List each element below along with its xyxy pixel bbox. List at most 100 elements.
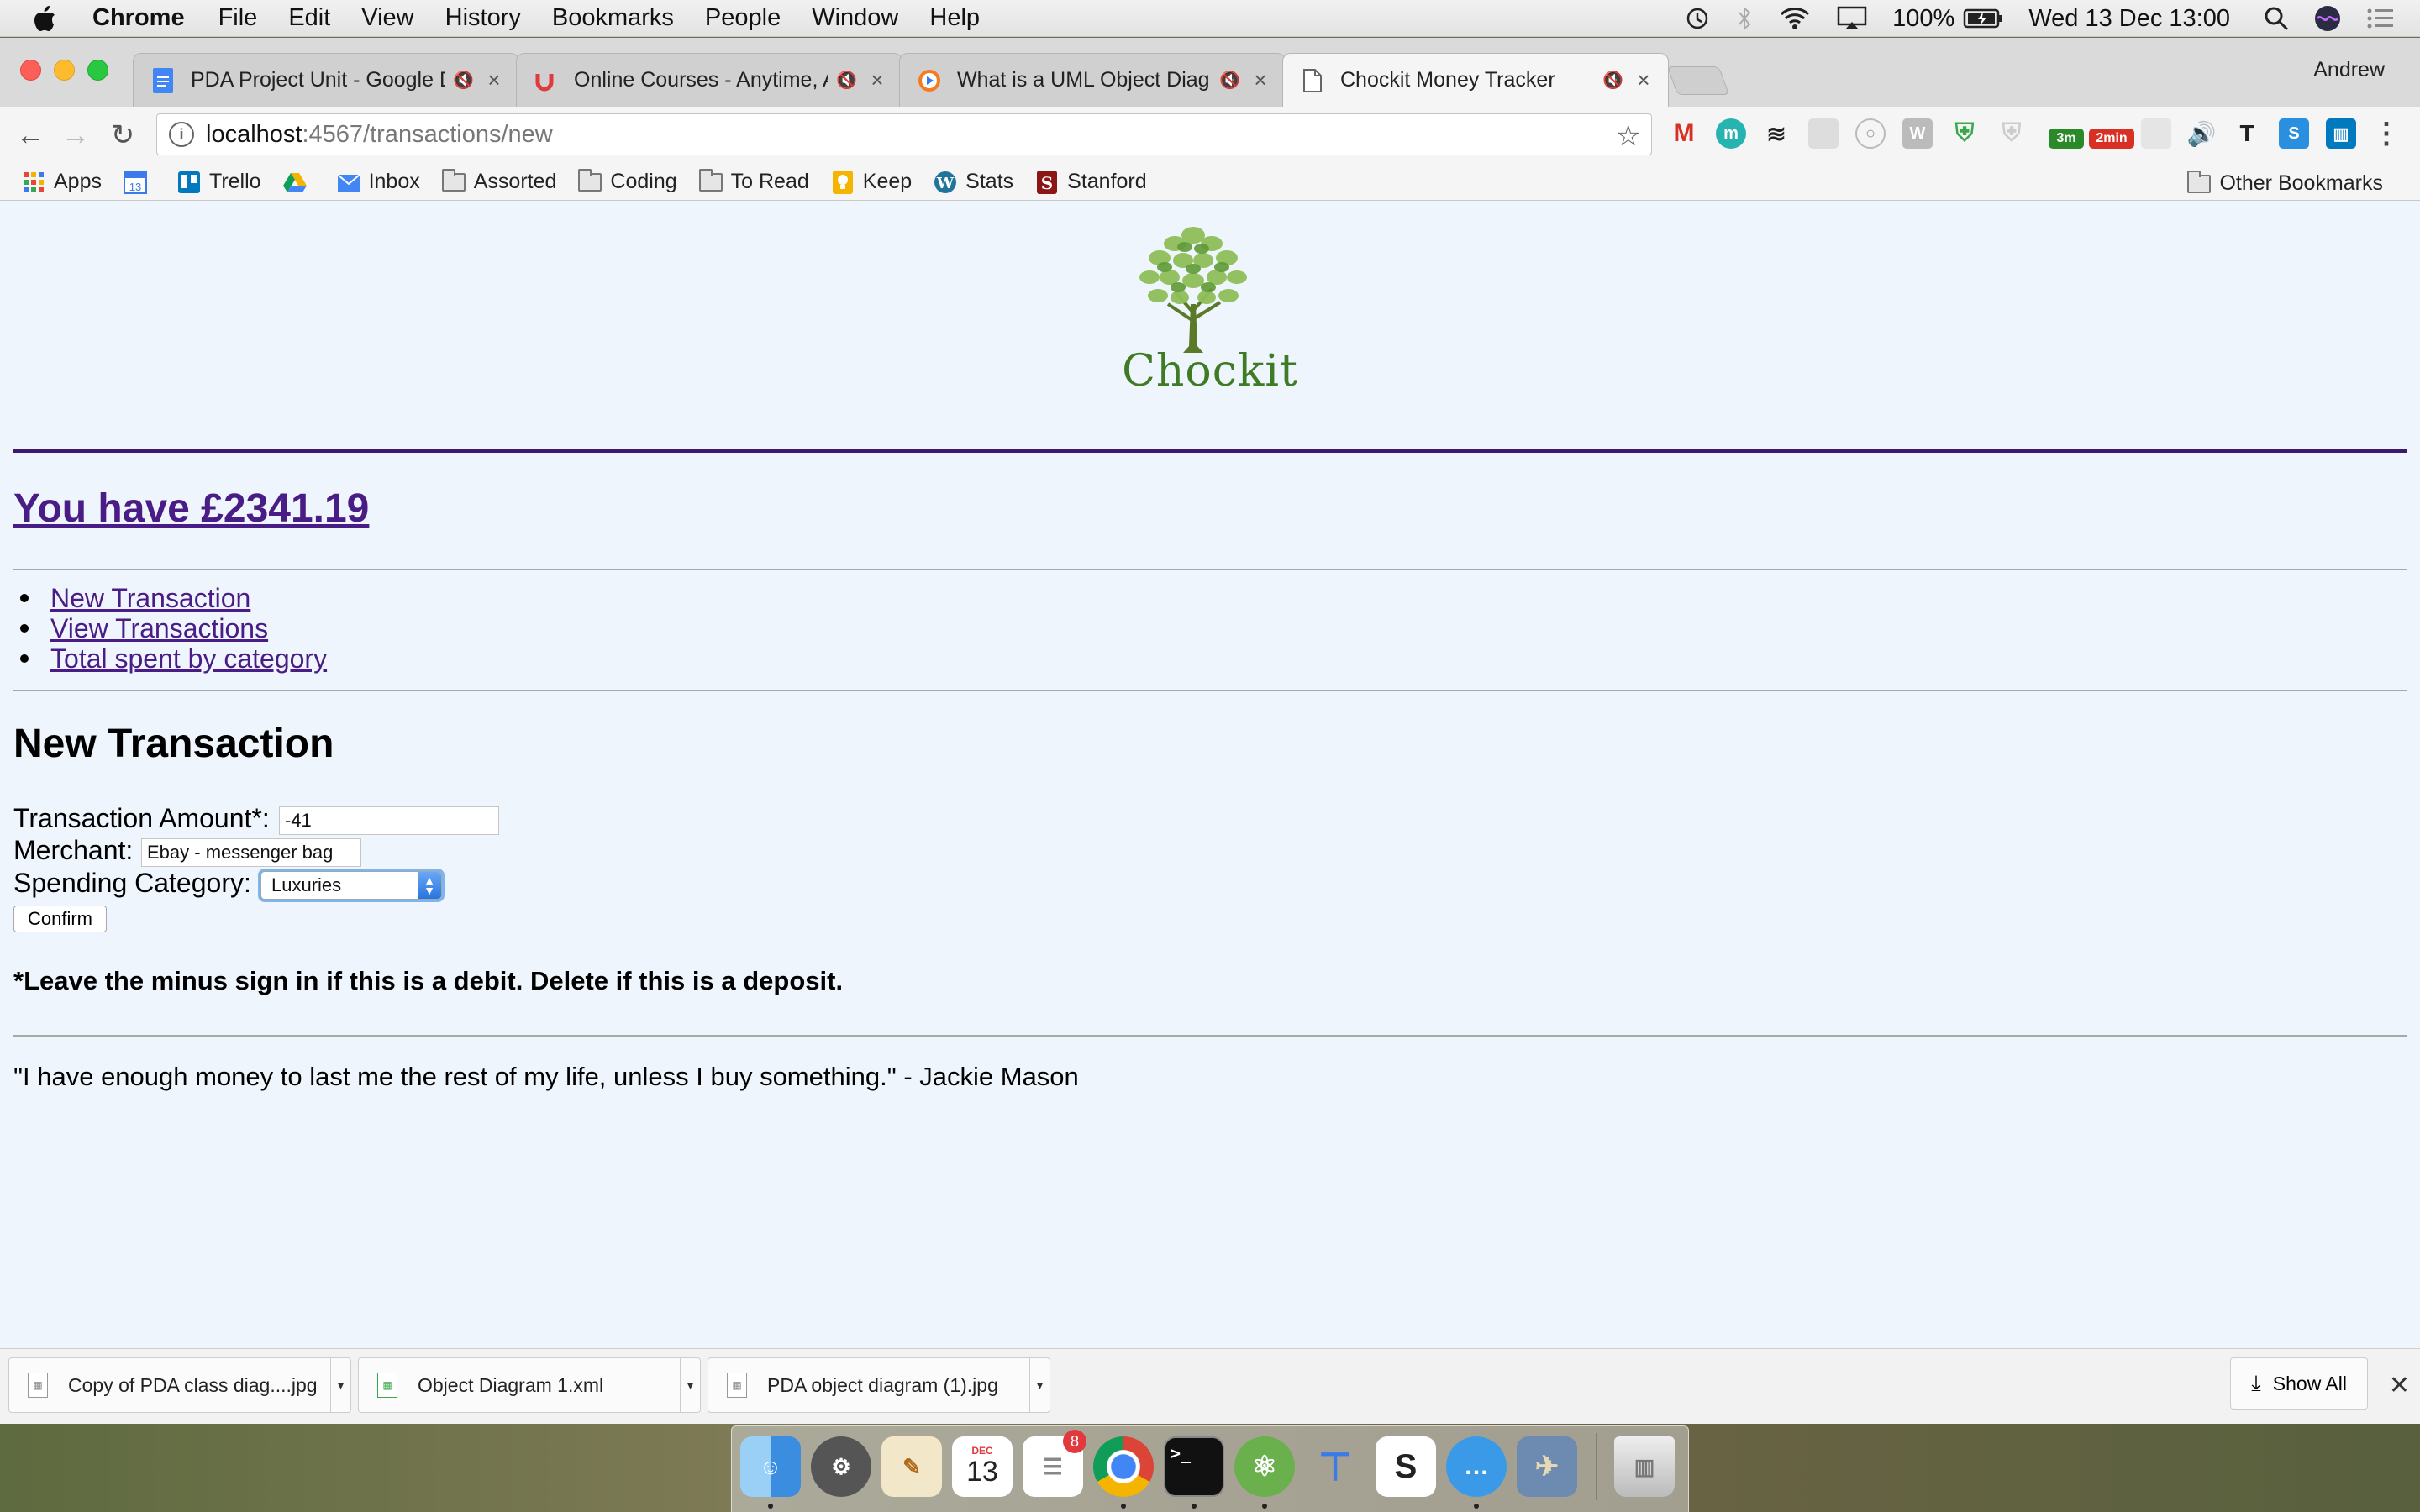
battery-icon[interactable] xyxy=(1963,8,2003,29)
close-window-button[interactable] xyxy=(20,60,41,81)
close-tab-icon[interactable]: × xyxy=(483,67,505,93)
extension-teal-icon[interactable]: m xyxy=(1716,118,1746,149)
bluetooth-icon[interactable] xyxy=(1736,5,1753,32)
menu-edit[interactable]: Edit xyxy=(288,4,330,32)
s-extension-icon[interactable]: S xyxy=(2279,118,2309,149)
bookmark-trello[interactable]: Trello xyxy=(177,170,261,194)
wifi-icon[interactable] xyxy=(1778,6,1812,31)
category-select[interactable]: Luxuries ▲ ▼ xyxy=(260,871,442,900)
close-tab-icon[interactable]: × xyxy=(1249,67,1271,93)
muted-tab-icon[interactable]: 🔇 xyxy=(1219,70,1241,91)
extension-grey-icon[interactable] xyxy=(1808,118,1839,149)
menu-help[interactable]: Help xyxy=(929,4,980,32)
bookmark-other-bookmarks[interactable]: Other Bookmarks xyxy=(2187,170,2383,196)
apple-menu-icon[interactable] xyxy=(32,2,62,35)
bookmark-drive[interactable] xyxy=(282,171,315,193)
bookmark-apps[interactable]: Apps xyxy=(22,170,102,194)
trello-extension-icon[interactable]: ▥ xyxy=(2326,118,2356,149)
tab-pda-project[interactable]: PDA Project Unit - Google D 🔇 × xyxy=(133,53,519,107)
airplay-icon[interactable] xyxy=(1837,6,1867,31)
download-menu-caret-icon[interactable]: ▾ xyxy=(330,1358,350,1412)
finder-icon[interactable]: ☺ xyxy=(740,1436,801,1497)
new-tab-button[interactable] xyxy=(1666,66,1730,95)
bookmark-stanford[interactable]: S Stanford xyxy=(1035,170,1147,194)
chrome-menu-icon[interactable]: ⋮ xyxy=(2371,118,2402,150)
view-transactions-link[interactable]: View Transactions xyxy=(50,613,268,643)
text-extension-icon[interactable]: T xyxy=(2232,118,2262,149)
download-item[interactable]: ▦ Object Diagram 1.xml ▾ xyxy=(358,1357,701,1413)
buffer-extension-icon[interactable]: ≋ xyxy=(1761,118,1791,149)
bookmark-to-read[interactable]: To Read xyxy=(698,168,809,194)
merchant-input[interactable]: Ebay - messenger bag xyxy=(141,838,361,867)
terminal-icon[interactable]: >_ xyxy=(1164,1436,1224,1497)
messages-icon[interactable]: … xyxy=(1446,1436,1507,1497)
address-bar[interactable]: i localhost :4567/transactions/new ☆ xyxy=(156,113,1652,155)
balance-link[interactable]: You have £2341.19 xyxy=(13,486,369,532)
bookmark-assorted[interactable]: Assorted xyxy=(441,168,556,194)
preview-icon[interactable]: ✈ xyxy=(1517,1436,1577,1497)
download-item[interactable]: ▦ PDA object diagram (1).jpg ▾ xyxy=(708,1357,1050,1413)
close-tab-icon[interactable]: × xyxy=(866,67,888,93)
bookmark-calendar[interactable]: 13 xyxy=(123,171,155,194)
menu-file[interactable]: File xyxy=(218,4,258,32)
profile-name[interactable]: Andrew xyxy=(2313,58,2385,82)
menu-bookmarks[interactable]: Bookmarks xyxy=(552,4,674,32)
minimize-window-button[interactable] xyxy=(54,60,75,81)
new-transaction-link[interactable]: New Transaction xyxy=(50,583,250,613)
zoom-window-button[interactable] xyxy=(87,60,108,81)
timer-2min-badge[interactable]: 2min xyxy=(2089,129,2134,149)
download-menu-caret-icon[interactable]: ▾ xyxy=(680,1358,700,1412)
confirm-button[interactable]: Confirm xyxy=(13,906,108,932)
tab-uml-object-diagram[interactable]: What is a UML Object Diagr 🔇 × xyxy=(899,53,1286,107)
menu-app-name[interactable]: Chrome xyxy=(92,4,185,32)
bookmark-stats[interactable]: W Stats xyxy=(934,170,1013,194)
gmail-extension-icon[interactable]: M xyxy=(1669,118,1699,149)
spotlight-search-icon[interactable] xyxy=(2264,6,2289,31)
site-info-icon[interactable]: i xyxy=(169,122,194,147)
show-all-downloads-button[interactable]: ⤓ Show All xyxy=(2230,1357,2368,1410)
amount-input[interactable]: -41 xyxy=(279,806,499,835)
trash-icon[interactable]: ▥ xyxy=(1614,1436,1675,1497)
siri-icon[interactable] xyxy=(2314,5,2341,32)
menu-view[interactable]: View xyxy=(361,4,413,32)
download-item[interactable]: ▦ Copy of PDA class diag....jpg ▾ xyxy=(8,1357,351,1413)
time-machine-icon[interactable] xyxy=(1684,5,1711,32)
menu-history[interactable]: History xyxy=(445,4,521,32)
muted-tab-icon[interactable]: 🔇 xyxy=(836,70,858,91)
atom-icon[interactable]: ⚛ xyxy=(1234,1436,1295,1497)
total-by-category-link[interactable]: Total spent by category xyxy=(50,643,327,674)
timer-3m-badge[interactable]: 3m xyxy=(2049,129,2084,149)
video-play-icon xyxy=(917,68,942,93)
close-shelf-icon[interactable]: ✕ xyxy=(2389,1371,2410,1400)
logo-text[interactable]: Chockit xyxy=(0,346,2420,396)
bookmark-star-icon[interactable]: ☆ xyxy=(1616,119,1641,153)
reload-icon[interactable]: ↻ xyxy=(104,117,141,154)
volume-extension-icon[interactable]: 🔊 xyxy=(2186,118,2217,149)
extension-w-icon[interactable]: W xyxy=(1902,118,1933,149)
chrome-icon[interactable] xyxy=(1093,1436,1154,1497)
muted-tab-icon[interactable]: 🔇 xyxy=(453,70,475,91)
bookmark-keep[interactable]: Keep xyxy=(831,170,912,194)
forward-arrow-icon[interactable]: → xyxy=(57,117,94,154)
shield-extension-icon[interactable]: ⛨ xyxy=(1996,118,2027,149)
notification-center-icon[interactable] xyxy=(2366,6,2395,31)
download-menu-caret-icon[interactable]: ▾ xyxy=(1029,1358,1050,1412)
extension-flower-icon[interactable] xyxy=(2141,118,2171,149)
calendar-app-icon[interactable]: DEC 13 xyxy=(952,1436,1013,1497)
system-preferences-icon[interactable]: ⚙ xyxy=(811,1436,871,1497)
muted-tab-icon[interactable]: 🔇 xyxy=(1602,70,1624,91)
slack-icon[interactable]: S xyxy=(1376,1436,1436,1497)
shield-check-extension-icon[interactable]: ⛨ xyxy=(1949,118,1980,149)
pages-icon[interactable]: ✎ xyxy=(881,1436,942,1497)
menu-window[interactable]: Window xyxy=(812,4,898,32)
tab-online-courses[interactable]: Online Courses - Anytime, A 🔇 × xyxy=(516,53,902,107)
close-tab-icon[interactable]: × xyxy=(1633,67,1655,93)
bookmark-inbox[interactable]: Inbox xyxy=(336,170,420,194)
back-arrow-icon[interactable]: ← xyxy=(12,117,49,154)
bookmark-coding[interactable]: Coding xyxy=(578,168,677,194)
keynote-icon[interactable]: ⊤ xyxy=(1305,1436,1365,1497)
tab-chockit-money-tracker[interactable]: Chockit Money Tracker 🔇 × xyxy=(1282,53,1669,107)
clock[interactable]: Wed 13 Dec 13:00 xyxy=(2028,5,2230,33)
extension-circle-icon[interactable]: ○ xyxy=(1855,118,1886,149)
menu-people[interactable]: People xyxy=(705,4,781,32)
